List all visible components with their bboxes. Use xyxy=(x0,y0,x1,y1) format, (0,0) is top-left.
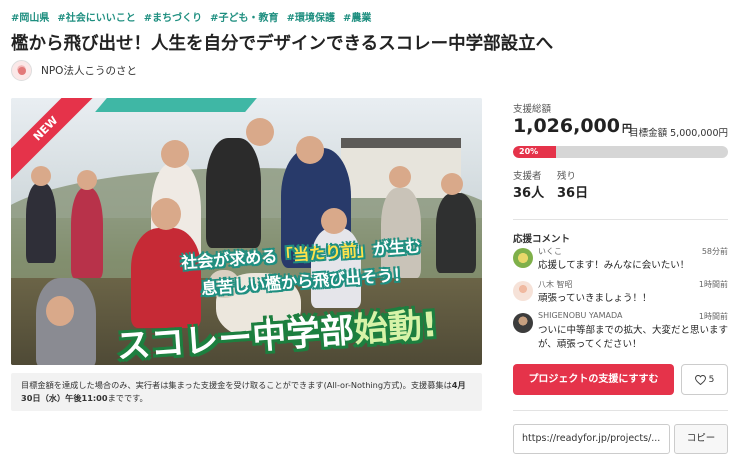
organization-logo-icon xyxy=(11,60,32,81)
remaining-label: 残り xyxy=(557,171,577,182)
slogan-highlight: 始動! xyxy=(352,304,439,351)
avatar xyxy=(513,313,533,333)
person-head xyxy=(321,208,347,234)
tag-children-education[interactable]: #子ども・教育 xyxy=(210,9,278,24)
avatar xyxy=(513,248,533,268)
notice-text: 目標金額を達成した場合のみ、実行者は集まった支援金を受け取ることができます(Al… xyxy=(21,380,452,390)
person-head xyxy=(161,140,189,168)
comment-item[interactable]: 八木 智昭 1時間前 頑張っていきましょう！！ xyxy=(513,279,728,309)
support-project-button[interactable]: プロジェクトの支援にすすむ xyxy=(513,364,674,395)
person-figure xyxy=(26,183,56,263)
comment-item[interactable]: いくこ 58分前 応援してます！みんなに会いたい！ xyxy=(513,246,728,276)
supporters-label: 支援者 xyxy=(513,171,542,182)
comment-author: 八木 智昭 xyxy=(538,280,573,289)
hero-ribbon xyxy=(95,98,257,112)
person-head xyxy=(246,118,274,146)
notice-tail: までです。 xyxy=(107,392,148,403)
person-head xyxy=(296,136,324,164)
slogan-text: が生む xyxy=(372,236,422,259)
project-owner[interactable]: NPO法人こうのさと xyxy=(11,60,137,81)
project-hero-image: NEW 社会が求める「当たり前」が生む 息苦しい檻から飛び出そう！ スコレー中学… xyxy=(11,98,482,365)
tag-environment[interactable]: #環境保護 xyxy=(287,9,335,24)
favorite-count: 5 xyxy=(708,374,715,385)
project-title: 檻から飛び出せ！人生を自分でデザインできるスコレー中学部設立へ xyxy=(11,34,554,54)
person-head xyxy=(77,170,97,190)
all-or-nothing-notice: 目標金額を達成した場合のみ、実行者は集まった支援金を受け取ることができます(Al… xyxy=(11,373,482,411)
person-head xyxy=(46,296,74,326)
comments-title: 応援コメント xyxy=(513,234,571,245)
person-head xyxy=(389,166,411,188)
total-value: 1,026,000 xyxy=(513,115,620,137)
comment-author: SHIGENOBU YAMADA xyxy=(538,311,623,320)
remaining-days: 36日 xyxy=(557,186,589,201)
avatar xyxy=(513,281,533,301)
comment-author: いくこ xyxy=(538,247,562,256)
progress-fill: 20% xyxy=(513,146,556,158)
total-amount: 1,026,000 円 xyxy=(513,115,632,137)
share-url-field[interactable]: https://readyfor.jp/projects/... xyxy=(513,424,670,454)
supporters-count: 36人 xyxy=(513,186,545,201)
heart-icon xyxy=(694,374,706,385)
comment-time: 58分前 xyxy=(701,247,728,256)
person-figure xyxy=(71,188,103,278)
copy-url-button[interactable]: コピー xyxy=(674,424,728,454)
comment-time: 1時間前 xyxy=(698,280,728,289)
tag-agriculture[interactable]: #農業 xyxy=(343,9,371,24)
divider xyxy=(513,219,728,220)
tag-list: #岡山県 #社会にいいこと #まちづくり #子ども・教育 #環境保護 #農業 xyxy=(11,9,371,24)
goal-value: 5,000,000円 xyxy=(670,128,728,139)
tag-town-development[interactable]: #まちづくり xyxy=(144,9,202,24)
favorite-button[interactable]: 5 xyxy=(681,364,728,395)
comment-time: 1時間前 xyxy=(698,312,728,321)
tag-okayama[interactable]: #岡山県 xyxy=(11,9,49,24)
person-head xyxy=(31,166,51,186)
comment-text: ついに中等部までの拡大、大変だと思いますが、頑張ってください！ xyxy=(538,325,729,350)
total-label: 支援総額 xyxy=(513,104,552,115)
goal-label: 目標金額 xyxy=(629,128,668,139)
person-head xyxy=(151,198,181,230)
person-figure xyxy=(206,138,261,248)
divider xyxy=(513,410,728,411)
goal-amount: 目標金額 5,000,000円 xyxy=(629,125,728,139)
owner-name[interactable]: NPO法人こうのさと xyxy=(41,63,137,78)
tag-social-good[interactable]: #社会にいいこと xyxy=(57,9,135,24)
comment-text: 頑張っていきましょう！！ xyxy=(538,293,652,304)
comment-text: 応援してます！みんなに会いたい！ xyxy=(538,260,690,271)
person-head xyxy=(441,173,463,195)
person-figure xyxy=(436,193,476,273)
comment-item[interactable]: SHIGENOBU YAMADA 1時間前 ついに中等部までの拡大、大変だと思い… xyxy=(513,311,728,353)
progress-bar: 20% xyxy=(513,146,728,158)
